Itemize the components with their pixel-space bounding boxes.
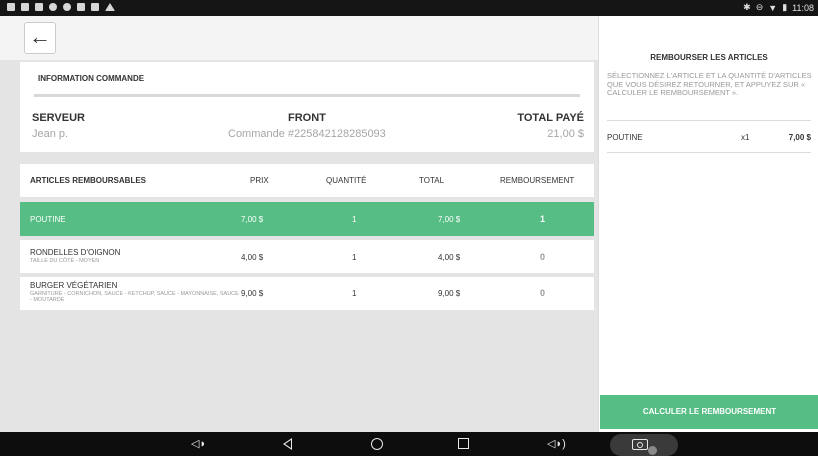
minus-circle-icon: ⊖ [755, 2, 764, 12]
order-info-title: INFORMATION COMMANDE [38, 74, 145, 83]
refund-quantity[interactable]: 1 [540, 214, 545, 224]
table-row[interactable]: RONDELLES D'OIGNON TAILLE DU CÔTÉ - MOYE… [20, 240, 594, 273]
server-value: Jean p. [32, 128, 69, 140]
sync-icon [49, 3, 57, 11]
refund-item-qty: x1 [741, 133, 750, 142]
refund-item-price: 7,00 $ [788, 133, 811, 142]
image-icon [35, 3, 43, 11]
column-header-articles: ARTICLES REMBOURSABLES [30, 176, 147, 185]
calculate-refund-button[interactable]: CALCULER LE REMBOURSEMENT [600, 395, 818, 429]
total-value: 21,00 $ [547, 128, 584, 140]
back-nav-icon[interactable] [283, 438, 292, 450]
divider [607, 152, 811, 153]
volume-up-icon[interactable]: ◁◗) [547, 437, 566, 451]
order-label: FRONT [288, 112, 326, 124]
refund-panel: REMBOURSER LES ARTICLES SÉLECTIONNEZ L'A… [598, 16, 818, 432]
refund-table-header: ARTICLES REMBOURSABLES PRIX QUANTITÉ TOT… [20, 164, 594, 197]
camera-icon [632, 439, 648, 450]
main-area: ← INFORMATION COMMANDE SERVEUR Jean p. F… [0, 16, 598, 432]
system-icons: ✱ ⊖ ▼ ▮ 11:08 [743, 2, 814, 13]
item-quantity: 1 [352, 253, 357, 262]
item-name: RONDELLES D'OIGNON [30, 248, 121, 257]
home-nav-icon[interactable] [371, 438, 383, 450]
refund-quantity[interactable]: 0 [540, 252, 545, 262]
item-quantity: 1 [352, 215, 357, 224]
item-details: TAILLE DU CÔTÉ - MOYEN [30, 258, 100, 264]
item-details: GARNITURE - CORNICHON, SAUCE - KETCHUP, … [30, 291, 239, 303]
usb-icon [77, 3, 85, 11]
column-header-total: TOTAL [419, 176, 445, 185]
item-price: 7,00 $ [241, 215, 264, 224]
refund-panel-title: REMBOURSER LES ARTICLES [650, 53, 768, 62]
warning-icon [105, 3, 115, 11]
volume-down-icon[interactable]: ◁◗ [191, 437, 206, 451]
item-name: POUTINE [30, 215, 66, 224]
usb-icon [91, 3, 99, 11]
item-quantity: 1 [352, 289, 357, 298]
image-icon [21, 3, 29, 11]
order-info-card: INFORMATION COMMANDE SERVEUR Jean p. FRO… [20, 62, 594, 152]
status-bar: ✱ ⊖ ▼ ▮ 11:08 [0, 0, 818, 16]
column-header-price: PRIX [250, 176, 269, 185]
cloud-icon [63, 3, 71, 11]
refund-line-item: POUTINE x1 7,00 $ [607, 133, 811, 147]
item-total: 7,00 $ [438, 215, 461, 224]
recents-nav-icon[interactable] [458, 438, 469, 449]
top-bar: ← [0, 16, 598, 60]
back-button[interactable]: ← [24, 22, 56, 54]
touch-indicator [648, 446, 657, 455]
order-number: Commande #225842128285093 [228, 128, 386, 140]
item-total: 9,00 $ [438, 289, 461, 298]
divider [34, 94, 580, 97]
item-name: BURGER VÉGÉTARIEN [30, 281, 118, 290]
arrow-left-icon: ← [29, 24, 51, 49]
bluetooth-icon: ✱ [743, 2, 751, 12]
refund-quantity[interactable]: 0 [540, 288, 545, 298]
clock: 11:08 [792, 2, 814, 13]
item-price: 9,00 $ [241, 289, 264, 298]
column-header-refund: REMBOURSEMENT [500, 176, 575, 185]
table-row[interactable]: BURGER VÉGÉTARIEN GARNITURE - CORNICHON,… [20, 277, 594, 310]
navigation-bar: ◁◗ ◁◗) [0, 432, 818, 456]
divider [607, 120, 811, 121]
item-total: 4,00 $ [438, 253, 461, 262]
battery-icon: ▮ [782, 2, 788, 12]
table-row[interactable]: POUTINE 7,00 $ 1 7,00 $ 1 [20, 202, 594, 236]
notification-icons [7, 3, 115, 11]
server-label: SERVEUR [32, 112, 85, 124]
total-label: TOTAL PAYÉ [517, 112, 584, 124]
refund-instructions: SÉLECTIONNEZ L'ARTICLE ET LA QUANTITÉ D'… [607, 71, 812, 97]
media-icon [7, 3, 15, 11]
item-price: 4,00 $ [241, 253, 264, 262]
refund-item-name: POUTINE [607, 133, 643, 142]
screenshot-button[interactable] [610, 434, 678, 456]
column-header-quantity: QUANTITÉ [326, 176, 367, 185]
wifi-icon: ▼ [768, 2, 778, 13]
